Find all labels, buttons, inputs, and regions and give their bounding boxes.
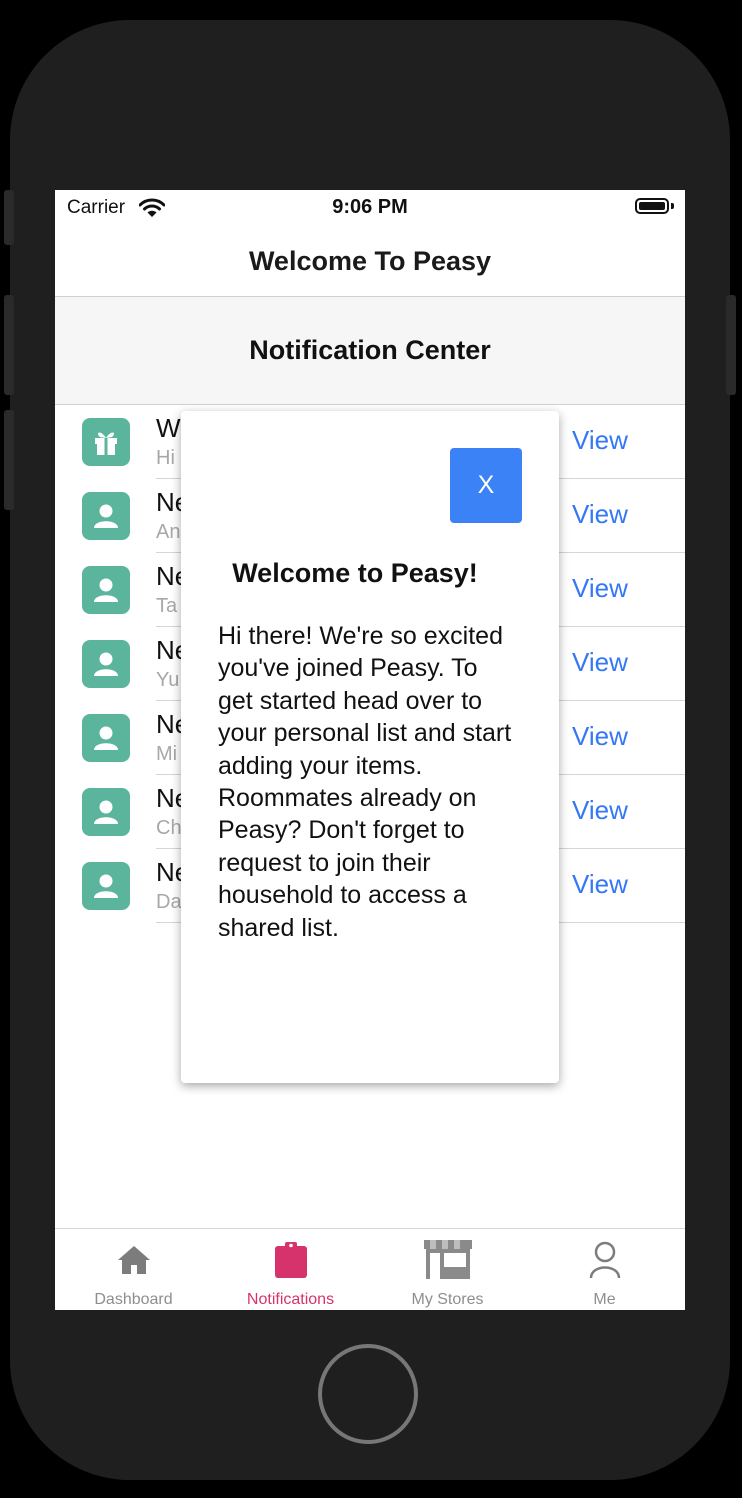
power-button — [726, 295, 736, 395]
view-button[interactable]: View — [572, 573, 628, 604]
battery-icon — [635, 198, 669, 214]
tab-label: Dashboard — [94, 1291, 173, 1308]
tab-bar: Dashboard Notifications My Stores Me — [55, 1228, 685, 1310]
view-button[interactable]: View — [572, 721, 628, 752]
person-icon — [82, 492, 130, 540]
notification-subtitle: Ch — [156, 817, 182, 839]
view-button[interactable]: View — [572, 647, 628, 678]
home-icon — [55, 1239, 212, 1281]
view-button[interactable]: View — [572, 869, 628, 900]
home-button[interactable] — [318, 1344, 418, 1444]
person-icon — [82, 566, 130, 614]
notification-subtitle: Ta — [156, 595, 178, 617]
view-button[interactable]: View — [572, 425, 628, 456]
section-header: Notification Center — [55, 297, 685, 405]
view-button[interactable]: View — [572, 499, 628, 530]
tab-me[interactable]: Me — [526, 1229, 683, 1310]
gift-icon — [82, 418, 130, 466]
volume-down-button — [4, 410, 14, 510]
nav-title: Welcome To Peasy — [55, 226, 685, 297]
modal-title: Welcome to Peasy! — [232, 558, 478, 588]
person-icon — [82, 714, 130, 762]
notification-subtitle: Yu — [156, 669, 180, 691]
person-icon — [82, 862, 130, 910]
status-bar: Carrier 9:06 PM — [55, 190, 685, 226]
tab-my-stores[interactable]: My Stores — [369, 1229, 526, 1310]
tab-label: Me — [593, 1291, 616, 1308]
tab-label: My Stores — [411, 1291, 484, 1308]
view-button[interactable]: View — [572, 795, 628, 826]
tab-label: Notifications — [246, 1291, 335, 1308]
clipboard-icon — [212, 1239, 369, 1281]
user-icon — [526, 1239, 683, 1281]
tab-dashboard[interactable]: Dashboard — [55, 1229, 212, 1310]
clock: 9:06 PM — [332, 196, 408, 218]
modal-body: Hi there! We're so excited you've joined… — [218, 622, 512, 942]
notification-subtitle: Hi — [156, 447, 175, 469]
person-icon — [82, 788, 130, 836]
person-icon — [82, 640, 130, 688]
notification-subtitle: Da — [156, 891, 182, 913]
battery-tip — [671, 203, 674, 209]
tab-notifications[interactable]: Notifications — [212, 1229, 369, 1310]
volume-up-button — [4, 295, 14, 395]
notification-title: W — [156, 413, 181, 443]
welcome-modal: X Welcome to Peasy! Hi there! We're so e… — [181, 411, 559, 1083]
mute-switch — [4, 190, 14, 245]
notification-subtitle: An — [156, 521, 181, 543]
store-icon — [369, 1239, 526, 1281]
close-button[interactable]: X — [450, 448, 522, 523]
notification-subtitle: Mi — [156, 743, 178, 765]
